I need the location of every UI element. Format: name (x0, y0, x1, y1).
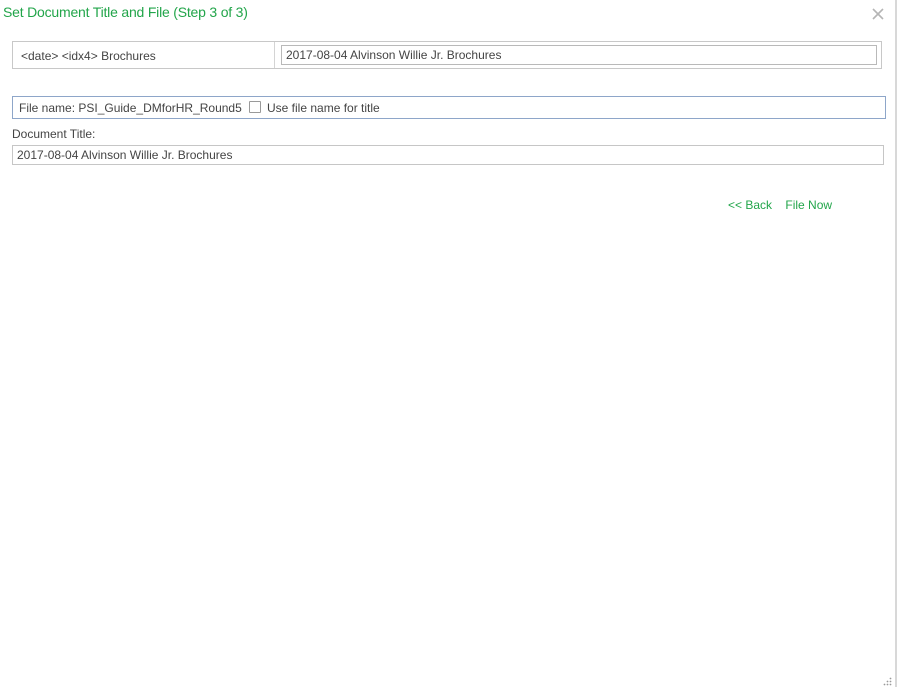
dialog-title: Set Document Title and File (Step 3 of 3… (3, 4, 248, 20)
title-template-label: <date> <idx4> Brochures (21, 49, 156, 63)
resize-grip-icon[interactable] (882, 674, 892, 686)
document-title-label: Document Title: (12, 127, 96, 141)
document-title-input[interactable] (12, 145, 884, 165)
back-button[interactable]: << Back (728, 198, 772, 212)
close-icon[interactable] (870, 6, 886, 22)
file-now-button[interactable]: File Now (785, 198, 832, 212)
title-template-row: <date> <idx4> Brochures (12, 41, 882, 69)
file-name-row: File name: PSI_Guide_DMforHR_Round5 Use … (12, 96, 886, 119)
set-document-title-dialog: Set Document Title and File (Step 3 of 3… (0, 0, 897, 687)
use-file-name-label[interactable]: Use file name for title (267, 101, 380, 115)
use-file-name-checkbox[interactable] (249, 101, 261, 113)
template-divider (274, 42, 275, 68)
dialog-actions: << Back File Now (728, 198, 832, 212)
title-template-input[interactable] (281, 45, 877, 65)
file-name-label: File name: PSI_Guide_DMforHR_Round5 (19, 101, 242, 115)
